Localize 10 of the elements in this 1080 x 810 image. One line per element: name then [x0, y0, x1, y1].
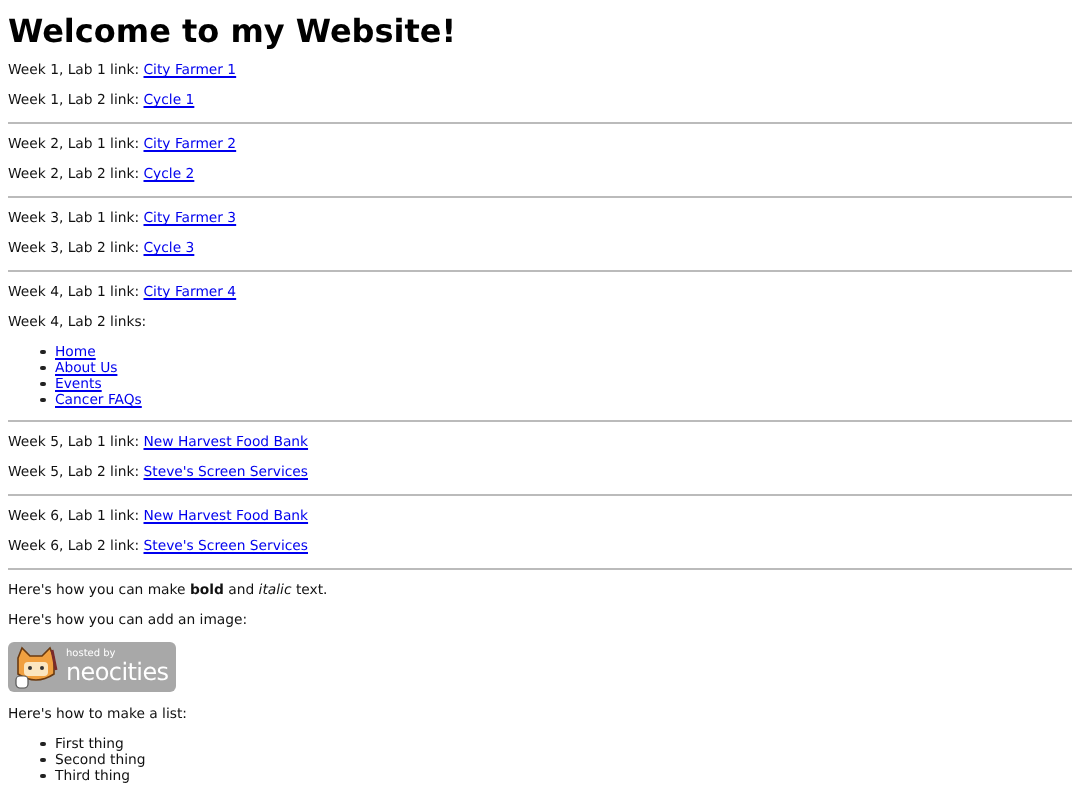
cat-icon: [12, 645, 60, 689]
badge-name: neocities: [66, 660, 169, 684]
bullet-icon: [40, 381, 45, 387]
bullet-icon: [40, 773, 45, 779]
bullet-icon: [40, 397, 45, 403]
bullet-icon: [40, 757, 45, 763]
page-title: Welcome to my Website!: [8, 12, 459, 50]
bullet-icon: [40, 741, 45, 747]
bullet-icon: [40, 365, 45, 371]
bullet-icon: [40, 349, 45, 355]
